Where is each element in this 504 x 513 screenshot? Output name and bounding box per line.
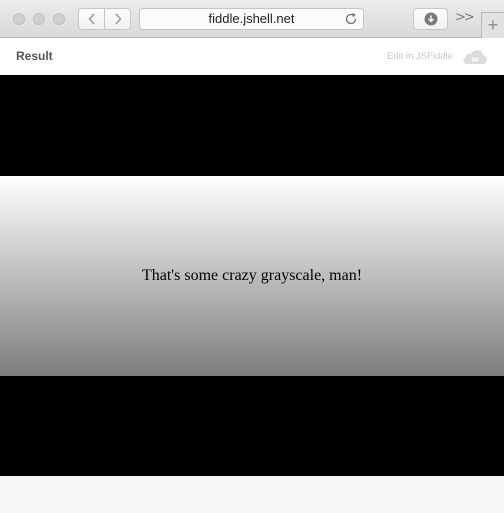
back-icon <box>87 13 95 25</box>
result-label: Result <box>16 49 53 63</box>
url-text: fiddle.jshell.net <box>208 11 295 26</box>
cloud-icon[interactable] <box>462 49 488 65</box>
fiddle-header: Result Edit in JSFiddle <box>0 38 504 75</box>
result-frame: That's some crazy grayscale, man! <box>0 75 504 476</box>
download-icon <box>424 12 437 26</box>
minimize-window-button[interactable] <box>33 13 45 25</box>
grayscale-gradient-box: That's some crazy grayscale, man! <box>0 176 504 376</box>
back-button[interactable] <box>79 9 104 29</box>
downloads-button[interactable] <box>413 8 448 30</box>
reload-icon[interactable] <box>344 12 358 26</box>
address-bar[interactable]: fiddle.jshell.net <box>139 8 364 30</box>
forward-icon <box>114 13 122 25</box>
navigation-buttons <box>78 8 131 30</box>
new-tab-button[interactable]: + <box>481 12 504 38</box>
close-window-button[interactable] <box>13 13 25 25</box>
zoom-window-button[interactable] <box>53 13 65 25</box>
toolbar-overflow-button[interactable]: >> <box>455 10 475 25</box>
grayscale-message: That's some crazy grayscale, man! <box>141 267 363 284</box>
edit-in-jsfiddle-link[interactable]: Edit in JSFiddle <box>387 38 453 75</box>
browser-toolbar: fiddle.jshell.net >> + <box>0 0 504 38</box>
browser-window: fiddle.jshell.net >> + Result Edit in JS… <box>0 0 504 513</box>
forward-button[interactable] <box>104 9 130 29</box>
result-frame-bottom <box>0 476 504 513</box>
